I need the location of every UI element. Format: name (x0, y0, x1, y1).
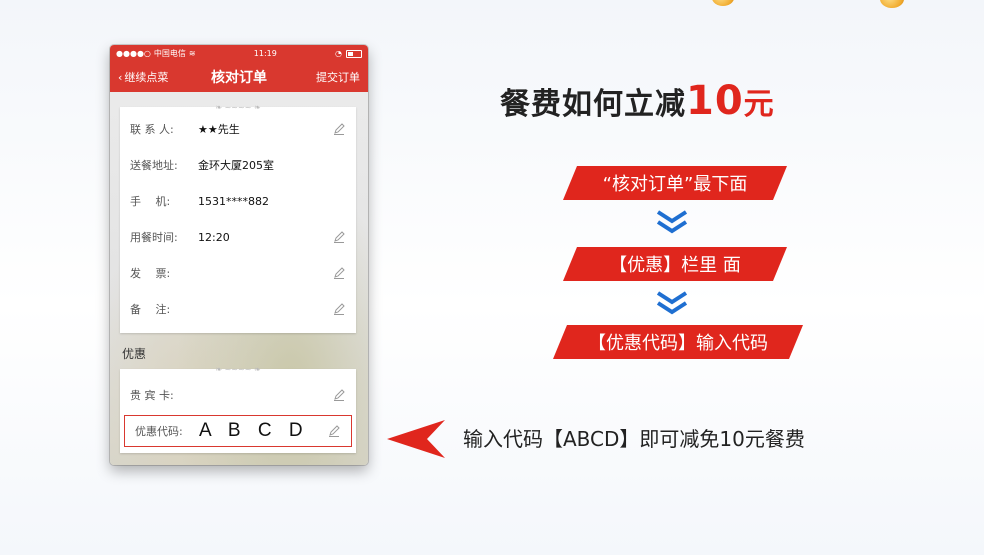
coin-decoration-1 (712, 0, 734, 6)
wifi-icon: ≋ (188, 49, 196, 58)
pencil-icon[interactable] (332, 230, 346, 244)
chevron-left-icon: ‹ (118, 70, 123, 84)
row-label: 手 机: (130, 195, 171, 208)
back-button[interactable]: ‹ 继续点菜 (118, 69, 168, 85)
promo-instruction: 输入代码【ABCD】即可减免10元餐费 (463, 427, 805, 451)
chevron-down-icon (656, 210, 688, 234)
page-title: 核对订单 (211, 70, 267, 86)
pencil-icon[interactable] (332, 388, 346, 402)
headline-unit: 元 (743, 87, 775, 122)
order-info-card: ❧ ~~~~ ❧ 联 系 人: ★★先生送餐地址: 金环大厦205室手 机: 1531… (120, 103, 356, 333)
pencil-icon[interactable] (327, 424, 341, 438)
promo-code-input[interactable]: A B C D (199, 420, 327, 442)
carrier-label: 中国电信 (153, 49, 186, 58)
order-info-row[interactable]: 手 机: 1531****882 (120, 183, 356, 219)
vip-card-row[interactable]: 贵 宾 卡: (120, 377, 356, 413)
step-banner-2: 【优惠】栏里 面 (563, 247, 787, 281)
coin-decoration-2 (880, 0, 904, 8)
order-info-row[interactable]: 用餐时间: 12:20 (120, 219, 356, 255)
order-info-row[interactable]: 备 注: (120, 291, 356, 327)
headline-number: 10 (686, 78, 744, 124)
status-bar: ●●●●○ 中国电信 ≋ 11:19 ◔ (110, 45, 368, 62)
vip-card-label: 贵 宾 卡: (130, 389, 174, 402)
ornament-divider: ❧ ~~~~ ❧ (215, 364, 261, 374)
alarm-icon: ◔ (335, 49, 342, 58)
step-banner-3: 【优惠代码】输入代码 (553, 325, 803, 359)
headline-text: 餐费如何立减 (500, 87, 686, 122)
discount-card: ❧ ~~~~ ❧ 贵 宾 卡: 优惠代码: A B C D (120, 365, 356, 453)
row-value: 1531****882 (198, 194, 269, 208)
nav-bar: ‹ 继续点菜 核对订单 提交订单 (110, 62, 368, 92)
row-label: 备 注: (130, 303, 171, 316)
pencil-icon[interactable] (332, 122, 346, 136)
back-label: 继续点菜 (124, 71, 169, 84)
row-value: 金环大厦205室 (198, 159, 274, 172)
signal-icon: ●●●●○ (116, 49, 151, 58)
promo-code-row[interactable]: 优惠代码: A B C D (124, 415, 352, 447)
ornament-divider: ❧ ~~~~ ❧ (215, 102, 261, 112)
promo-code-label: 优惠代码: (135, 425, 183, 438)
arrow-pointer-icon (387, 420, 445, 458)
order-info-row[interactable]: 发 票: (120, 255, 356, 291)
row-label: 联 系 人: (130, 123, 174, 136)
row-label: 发 票: (130, 267, 171, 280)
pencil-icon[interactable] (332, 302, 346, 316)
row-label: 送餐地址: (130, 159, 178, 172)
battery-icon (346, 49, 362, 58)
torn-edge (120, 327, 356, 333)
status-time: 11:19 (253, 49, 277, 58)
row-value: 12:20 (198, 230, 230, 244)
pencil-icon[interactable] (332, 266, 346, 280)
submit-order-button[interactable]: 提交订单 (316, 69, 360, 85)
discount-section-label: 优惠 (122, 347, 147, 361)
phone-screenshot: ●●●●○ 中国电信 ≋ 11:19 ◔ ‹ 继续点菜 核对订单 提交订单 ❧ … (110, 45, 368, 465)
order-info-row[interactable]: 送餐地址: 金环大厦205室 (120, 147, 356, 183)
step-banner-1: “核对订单”最下面 (563, 166, 787, 200)
chevron-down-icon (656, 291, 688, 315)
promo-headline: 餐费如何立减10元 (500, 78, 775, 124)
row-label: 用餐时间: (130, 231, 178, 244)
order-info-row[interactable]: 联 系 人: ★★先生 (120, 111, 356, 147)
row-value: ★★先生 (198, 123, 240, 136)
